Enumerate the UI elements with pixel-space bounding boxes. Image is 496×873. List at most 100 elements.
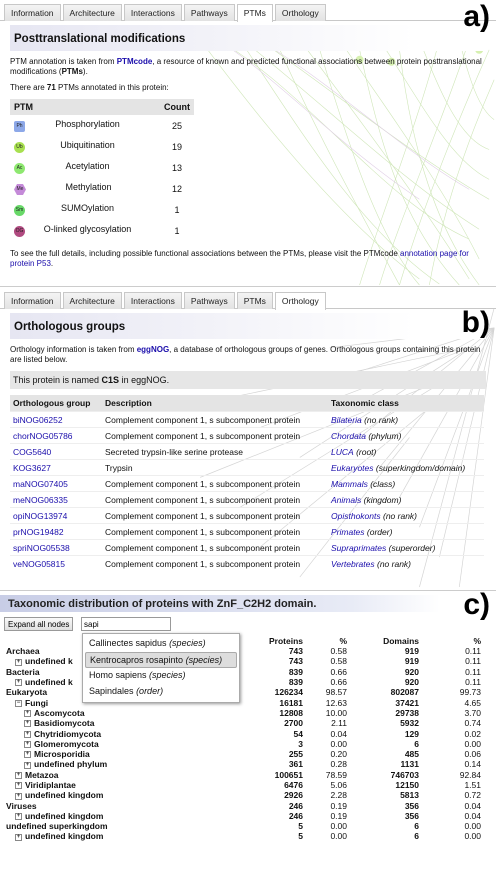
group-description: Complement component 1, s subcomponent p…: [102, 523, 328, 540]
orthology-row: prNOG19482 Complement component 1, s subc…: [10, 523, 484, 540]
orthology-table: Orthologous group Description Taxonomic …: [10, 395, 484, 572]
suggestion-item[interactable]: Kentrocapros rosapinto (species): [85, 652, 237, 668]
expand-icon[interactable]: +: [24, 720, 31, 728]
tab-architecture[interactable]: Architecture: [62, 292, 122, 309]
expand-icon[interactable]: +: [15, 833, 22, 841]
taxon-name: undefined kingdom: [25, 790, 104, 801]
orthology-row: spriNOG05538 Complement component 1, s su…: [10, 539, 484, 556]
description-col-header: Description: [102, 395, 328, 412]
tab-orthology[interactable]: Orthology: [274, 4, 326, 21]
orthology-row: KOG3627 Trypsin Eukaryotes (superkingdom/d…: [10, 459, 484, 476]
orthologous-group-link[interactable]: KOG3627: [10, 459, 102, 476]
o-glycosylation-icon: OG: [14, 226, 25, 237]
orthology-row: COG5640 Secreted trypsin-like serine prot…: [10, 443, 484, 460]
expand-icon[interactable]: +: [15, 782, 22, 790]
tab-interactions[interactable]: Interactions: [123, 292, 182, 309]
domain-count: 5932: [400, 718, 419, 729]
expand-icon[interactable]: +: [24, 761, 31, 769]
protein-percent: 2.11: [331, 718, 347, 729]
taxon-link[interactable]: Bilateria: [331, 415, 362, 425]
orthologous-group-link[interactable]: opiNOG13974: [10, 507, 102, 524]
taxon-link[interactable]: Animals: [331, 495, 361, 505]
tab-information[interactable]: Information: [4, 292, 61, 309]
protein-count: 12808: [279, 707, 303, 718]
domain-count: 37421: [395, 697, 419, 708]
expand-all-button[interactable]: Expand all nodes: [4, 617, 74, 631]
suggestion-item[interactable]: Sapindales (order): [85, 684, 237, 700]
expand-icon[interactable]: +: [24, 710, 31, 718]
tab-ptms[interactable]: PTMs: [236, 4, 273, 22]
orthology-row: chorNOG05786 Complement component 1, s su…: [10, 427, 484, 444]
orthologous-group-link[interactable]: veNOG05815: [10, 555, 102, 572]
taxon-link[interactable]: Vertebrates: [331, 559, 375, 569]
orthologous-group-link[interactable]: COG5640: [10, 443, 102, 460]
taxonomy-title: Taxonomic distribution of proteins with …: [0, 595, 440, 612]
suggestion-item[interactable]: Homo sapiens (species): [85, 668, 237, 684]
taxon-link[interactable]: LUCA: [331, 447, 354, 457]
collapse-icon[interactable]: −: [15, 699, 22, 707]
expand-icon[interactable]: +: [15, 771, 22, 779]
orthology-row: meNOG06335 Complement component 1, s subc…: [10, 491, 484, 508]
protein-count: 2926: [284, 790, 303, 801]
taxon-link[interactable]: Chordata: [331, 431, 366, 441]
domain-percent: 4.65: [464, 697, 481, 708]
suggestion-item[interactable]: Callinectes sapidus (species): [85, 636, 237, 652]
orthologous-group-link[interactable]: chorNOG05786: [10, 427, 102, 444]
orthology-row: biNOG06252 Complement component 1, s subc…: [10, 411, 484, 428]
expand-icon[interactable]: +: [24, 730, 31, 738]
protein-percent: 0.19: [330, 800, 347, 811]
protein-percent: 78.59: [325, 769, 347, 780]
ptmcode-link[interactable]: PTMcode: [117, 57, 153, 66]
taxon-search-input[interactable]: [81, 617, 171, 631]
group-description: Complement component 1, s subcomponent p…: [102, 507, 328, 524]
domain-count: 356: [404, 800, 419, 811]
expand-icon[interactable]: +: [15, 813, 22, 821]
orthologous-group-link[interactable]: meNOG06335: [10, 491, 102, 508]
panel-label-c: c): [463, 592, 490, 621]
tab-pathways[interactable]: Pathways: [183, 292, 235, 309]
expand-icon[interactable]: +: [24, 751, 31, 759]
taxon-link[interactable]: Opisthokonts: [331, 511, 381, 521]
protein-percent: 12.63: [325, 697, 347, 708]
domain-percent: 0.00: [464, 738, 481, 749]
taxon-name: Glomeromycota: [34, 738, 99, 749]
ptm-count: 13: [171, 162, 182, 173]
panel-c: Taxonomic distribution of proteins with …: [0, 592, 496, 873]
eggnog-link[interactable]: eggNOG: [137, 345, 169, 354]
ptm-row: Ub Ubiquitination 19: [10, 136, 194, 157]
expand-icon[interactable]: +: [15, 679, 22, 687]
orthologous-group-link[interactable]: maNOG07405: [10, 475, 102, 492]
ptm-name: Methylation: [65, 182, 112, 192]
taxon-link[interactable]: Mammals: [331, 479, 368, 489]
protein-count: 246: [288, 800, 303, 811]
tab-ptms[interactable]: PTMs: [236, 292, 273, 309]
protein-percent: 0.28: [330, 759, 347, 770]
group-description: Complement component 1, s subcomponent p…: [102, 475, 328, 492]
taxonomic-class: Primates (order): [328, 523, 484, 540]
protein-percent: 0.00: [330, 831, 347, 842]
orthologous-group-link[interactable]: biNOG06252: [10, 411, 102, 428]
tab-interactions[interactable]: Interactions: [123, 4, 182, 21]
domain-count: 919: [404, 656, 419, 667]
tab-pathways[interactable]: Pathways: [183, 4, 235, 21]
domain-percent: 0.11: [465, 677, 481, 688]
domain-count: 920: [404, 666, 419, 677]
taxonomic-class: Eukaryotes (superkingdom/domain): [328, 459, 484, 476]
taxon-link[interactable]: Supraprimates: [331, 543, 386, 553]
tab-orthology[interactable]: Orthology: [274, 292, 326, 310]
expand-icon[interactable]: +: [24, 741, 31, 749]
tab-architecture[interactable]: Architecture: [62, 4, 122, 21]
tab-information[interactable]: Information: [4, 4, 61, 21]
taxon-link[interactable]: Primates: [331, 527, 365, 537]
orthologous-group-link[interactable]: spriNOG05538: [10, 539, 102, 556]
protein-name-box: This protein is named C1S in eggNOG.: [10, 371, 486, 389]
ptm-count: 19: [171, 141, 182, 152]
protein-count: 2700: [284, 718, 303, 729]
expand-icon[interactable]: +: [15, 658, 22, 666]
taxonomy-row: + undefined k 743 0.58 919 0.11: [6, 656, 484, 666]
expand-icon[interactable]: +: [15, 792, 22, 800]
taxon-link[interactable]: Eukaryotes: [331, 463, 374, 473]
proteins-pct-col-header: %: [339, 635, 347, 646]
ubiquitination-icon: Ub: [14, 142, 25, 153]
orthologous-group-link[interactable]: prNOG19482: [10, 523, 102, 540]
